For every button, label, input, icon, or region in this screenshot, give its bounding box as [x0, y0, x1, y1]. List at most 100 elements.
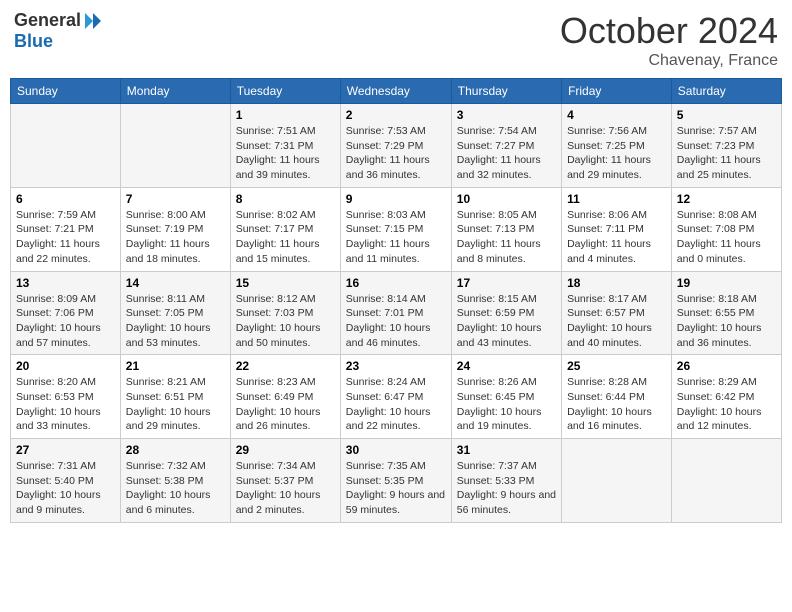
day-info: Sunrise: 8:29 AM Sunset: 6:42 PM Dayligh…	[677, 375, 776, 434]
calendar-cell: 19 Sunrise: 8:18 AM Sunset: 6:55 PM Dayli…	[671, 271, 781, 355]
day-number: 20	[16, 359, 115, 373]
day-number: 4	[567, 108, 666, 122]
logo: General Blue	[14, 10, 103, 52]
weekday-header-saturday: Saturday	[671, 79, 781, 104]
calendar-cell: 22 Sunrise: 8:23 AM Sunset: 6:49 PM Dayli…	[230, 355, 340, 439]
day-number: 26	[677, 359, 776, 373]
day-info: Sunrise: 7:53 AM Sunset: 7:29 PM Dayligh…	[346, 124, 446, 183]
weekday-header-sunday: Sunday	[11, 79, 121, 104]
calendar-cell: 13Sunrise: 8:09 AM Sunset: 7:06 PM Dayli…	[11, 271, 121, 355]
calendar-cell: 4 Sunrise: 7:56 AM Sunset: 7:25 PM Daylig…	[562, 104, 672, 188]
weekday-header-monday: Monday	[120, 79, 230, 104]
calendar-cell: 5Sunrise: 7:57 AM Sunset: 7:23 PM Daylig…	[671, 104, 781, 188]
day-info: Sunrise: 8:06 AM Sunset: 7:11 PM Dayligh…	[567, 208, 666, 267]
calendar-cell: 28Sunrise: 7:32 AM Sunset: 5:38 PM Dayli…	[120, 439, 230, 523]
day-info: Sunrise: 8:11 AM Sunset: 7:05 PM Dayligh…	[126, 292, 225, 351]
calendar-cell	[562, 439, 672, 523]
page-header: General Blue October 2024 Chavenay, Fran…	[10, 10, 782, 70]
day-number: 27	[16, 443, 115, 457]
calendar-cell: 15Sunrise: 8:12 AM Sunset: 7:03 PM Dayli…	[230, 271, 340, 355]
calendar-week-row-3: 13Sunrise: 8:09 AM Sunset: 7:06 PM Dayli…	[11, 271, 782, 355]
day-info: Sunrise: 8:14 AM Sunset: 7:01 PM Dayligh…	[346, 292, 446, 351]
day-number: 15	[236, 276, 335, 290]
calendar-cell: 31 Sunrise: 7:37 AM Sunset: 5:33 PM Dayli…	[451, 439, 561, 523]
calendar-cell	[671, 439, 781, 523]
day-number: 7	[126, 192, 225, 206]
day-number: 25	[567, 359, 666, 373]
day-info: Sunrise: 8:03 AM Sunset: 7:15 PM Dayligh…	[346, 208, 446, 267]
calendar-cell: 14 Sunrise: 8:11 AM Sunset: 7:05 PM Dayli…	[120, 271, 230, 355]
calendar-table: SundayMondayTuesdayWednesdayThursdayFrid…	[10, 78, 782, 523]
calendar-cell: 24 Sunrise: 8:26 AM Sunset: 6:45 PM Dayli…	[451, 355, 561, 439]
day-info: Sunrise: 7:59 AM Sunset: 7:21 PM Dayligh…	[16, 208, 115, 267]
weekday-header-friday: Friday	[562, 79, 672, 104]
day-info: Sunrise: 7:37 AM Sunset: 5:33 PM Dayligh…	[457, 459, 556, 518]
day-info: Sunrise: 7:56 AM Sunset: 7:25 PM Dayligh…	[567, 124, 666, 183]
day-info: Sunrise: 8:02 AM Sunset: 7:17 PM Dayligh…	[236, 208, 335, 267]
calendar-cell: 9 Sunrise: 8:03 AM Sunset: 7:15 PM Daylig…	[340, 187, 451, 271]
calendar-cell: 2 Sunrise: 7:53 AM Sunset: 7:29 PM Daylig…	[340, 104, 451, 188]
day-info: Sunrise: 8:18 AM Sunset: 6:55 PM Dayligh…	[677, 292, 776, 351]
calendar-cell: 20 Sunrise: 8:20 AM Sunset: 6:53 PM Dayli…	[11, 355, 121, 439]
day-info: Sunrise: 8:23 AM Sunset: 6:49 PM Dayligh…	[236, 375, 335, 434]
calendar-week-row-4: 20 Sunrise: 8:20 AM Sunset: 6:53 PM Dayli…	[11, 355, 782, 439]
day-number: 2	[346, 108, 446, 122]
location-title: Chavenay, France	[560, 52, 778, 70]
day-number: 21	[126, 359, 225, 373]
day-number: 1	[236, 108, 335, 122]
calendar-week-row-2: 6 Sunrise: 7:59 AM Sunset: 7:21 PM Daylig…	[11, 187, 782, 271]
day-number: 3	[457, 108, 556, 122]
calendar-cell	[11, 104, 121, 188]
day-info: Sunrise: 8:26 AM Sunset: 6:45 PM Dayligh…	[457, 375, 556, 434]
day-info: Sunrise: 7:54 AM Sunset: 7:27 PM Dayligh…	[457, 124, 556, 183]
calendar-cell: 3 Sunrise: 7:54 AM Sunset: 7:27 PM Daylig…	[451, 104, 561, 188]
day-info: Sunrise: 7:34 AM Sunset: 5:37 PM Dayligh…	[236, 459, 335, 518]
weekday-header-tuesday: Tuesday	[230, 79, 340, 104]
calendar-cell: 1Sunrise: 7:51 AM Sunset: 7:31 PM Daylig…	[230, 104, 340, 188]
day-number: 19	[677, 276, 776, 290]
day-number: 8	[236, 192, 335, 206]
day-info: Sunrise: 8:09 AM Sunset: 7:06 PM Dayligh…	[16, 292, 115, 351]
calendar-cell: 27 Sunrise: 7:31 AM Sunset: 5:40 PM Dayli…	[11, 439, 121, 523]
calendar-cell: 29 Sunrise: 7:34 AM Sunset: 5:37 PM Dayli…	[230, 439, 340, 523]
day-number: 29	[236, 443, 335, 457]
day-info: Sunrise: 8:28 AM Sunset: 6:44 PM Dayligh…	[567, 375, 666, 434]
calendar-cell: 30Sunrise: 7:35 AM Sunset: 5:35 PM Dayli…	[340, 439, 451, 523]
logo-blue-text: Blue	[14, 31, 53, 52]
day-info: Sunrise: 8:05 AM Sunset: 7:13 PM Dayligh…	[457, 208, 556, 267]
day-info: Sunrise: 7:35 AM Sunset: 5:35 PM Dayligh…	[346, 459, 446, 518]
day-number: 24	[457, 359, 556, 373]
day-number: 6	[16, 192, 115, 206]
day-number: 18	[567, 276, 666, 290]
calendar-cell: 21Sunrise: 8:21 AM Sunset: 6:51 PM Dayli…	[120, 355, 230, 439]
day-info: Sunrise: 8:17 AM Sunset: 6:57 PM Dayligh…	[567, 292, 666, 351]
day-number: 28	[126, 443, 225, 457]
day-number: 5	[677, 108, 776, 122]
calendar-week-row-5: 27 Sunrise: 7:31 AM Sunset: 5:40 PM Dayli…	[11, 439, 782, 523]
day-number: 22	[236, 359, 335, 373]
weekday-header-thursday: Thursday	[451, 79, 561, 104]
day-number: 9	[346, 192, 446, 206]
day-number: 14	[126, 276, 225, 290]
day-number: 17	[457, 276, 556, 290]
logo-icon	[83, 11, 103, 31]
calendar-week-row-1: 1Sunrise: 7:51 AM Sunset: 7:31 PM Daylig…	[11, 104, 782, 188]
day-info: Sunrise: 7:31 AM Sunset: 5:40 PM Dayligh…	[16, 459, 115, 518]
day-info: Sunrise: 8:20 AM Sunset: 6:53 PM Dayligh…	[16, 375, 115, 434]
day-number: 16	[346, 276, 446, 290]
calendar-cell: 18 Sunrise: 8:17 AM Sunset: 6:57 PM Dayli…	[562, 271, 672, 355]
day-info: Sunrise: 8:08 AM Sunset: 7:08 PM Dayligh…	[677, 208, 776, 267]
day-number: 11	[567, 192, 666, 206]
day-info: Sunrise: 8:00 AM Sunset: 7:19 PM Dayligh…	[126, 208, 225, 267]
day-number: 31	[457, 443, 556, 457]
day-number: 23	[346, 359, 446, 373]
calendar-cell: 7 Sunrise: 8:00 AM Sunset: 7:19 PM Daylig…	[120, 187, 230, 271]
calendar-cell: 17Sunrise: 8:15 AM Sunset: 6:59 PM Dayli…	[451, 271, 561, 355]
calendar-cell	[120, 104, 230, 188]
calendar-cell: 11 Sunrise: 8:06 AM Sunset: 7:11 PM Dayli…	[562, 187, 672, 271]
month-year-title: October 2024	[560, 10, 778, 52]
weekday-header-row: SundayMondayTuesdayWednesdayThursdayFrid…	[11, 79, 782, 104]
day-number: 12	[677, 192, 776, 206]
calendar-cell: 16 Sunrise: 8:14 AM Sunset: 7:01 PM Dayli…	[340, 271, 451, 355]
title-section: October 2024 Chavenay, France	[560, 10, 778, 70]
